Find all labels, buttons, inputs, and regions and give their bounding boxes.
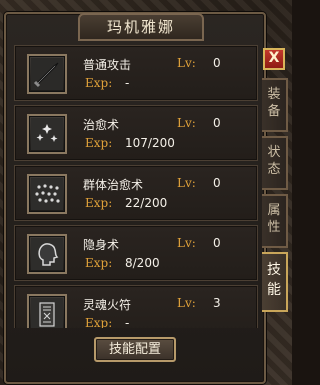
- level-label: Lv:: [177, 236, 196, 250]
- tab-equipment[interactable]: 装 备: [262, 78, 288, 132]
- exp-label: Exp:: [85, 256, 113, 270]
- sparkle-icon: [27, 114, 67, 154]
- exp-value: -: [125, 76, 130, 90]
- side-tabs: 装 备 状 态 属 性 技 能: [262, 78, 288, 316]
- level-value: 0: [213, 116, 221, 130]
- level-label: Lv:: [177, 116, 196, 130]
- exp-label: Exp:: [85, 316, 113, 328]
- skill-list: 普通攻击 Lv: 0 Exp: - 治愈术 Lv: 0 Exp: 107/200: [14, 45, 258, 328]
- skill-row-soul-talisman[interactable]: 灵魂火符 Lv: 3 Exp: -: [14, 285, 258, 328]
- skill-row-stealth[interactable]: 隐身术 Lv: 0 Exp: 8/200: [14, 225, 258, 281]
- head-silhouette-icon: [27, 234, 67, 274]
- skill-config-button[interactable]: 技能配置: [94, 337, 176, 362]
- close-button[interactable]: X: [263, 48, 285, 70]
- skill-row-normal-attack[interactable]: 普通攻击 Lv: 0 Exp: -: [14, 45, 258, 101]
- exp-value: 107/200: [125, 136, 175, 150]
- skill-name: 隐身术: [83, 238, 120, 252]
- level-value: 0: [213, 56, 221, 70]
- level-label: Lv:: [177, 176, 196, 190]
- tab-status[interactable]: 状 态: [262, 136, 288, 190]
- exp-label: Exp:: [85, 136, 113, 150]
- skill-name: 群体治愈术: [83, 178, 144, 192]
- exp-value: 22/200: [125, 196, 168, 210]
- sparkles-group-icon: [27, 174, 67, 214]
- level-label: Lv:: [177, 56, 196, 70]
- level-value: 0: [213, 236, 221, 250]
- level-value: 3: [213, 296, 221, 310]
- skill-row-group-heal[interactable]: 群体治愈术 Lv: 0 Exp: 22/200: [14, 165, 258, 221]
- skill-name: 普通攻击: [83, 58, 132, 72]
- exp-value: -: [125, 316, 130, 328]
- exp-label: Exp:: [85, 196, 113, 210]
- window-title: 玛机雅娜: [78, 13, 204, 41]
- level-label: Lv:: [177, 296, 196, 310]
- talisman-icon: [27, 294, 67, 328]
- exp-value: 8/200: [125, 256, 160, 270]
- skill-name: 治愈术: [83, 118, 120, 132]
- sword-icon: [27, 54, 67, 94]
- skill-row-heal[interactable]: 治愈术 Lv: 0 Exp: 107/200: [14, 105, 258, 161]
- exp-label: Exp:: [85, 76, 113, 90]
- skill-name: 灵魂火符: [83, 298, 132, 312]
- level-value: 0: [213, 176, 221, 190]
- tab-skills[interactable]: 技 能: [262, 252, 288, 312]
- tab-attributes[interactable]: 属 性: [262, 194, 288, 248]
